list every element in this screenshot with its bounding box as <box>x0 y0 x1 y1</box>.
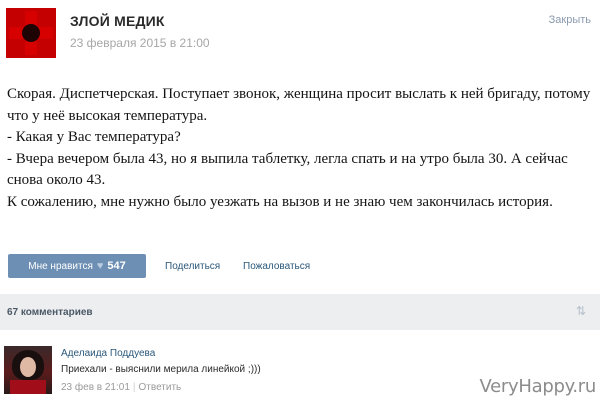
post-text-line: - Вчера вечером была 43, но я выпила таб… <box>7 150 568 189</box>
heart-icon: ♥ <box>96 260 104 272</box>
comment-author[interactable]: Аделаида Поддуева <box>61 348 155 359</box>
like-button[interactable]: Мне нравится ♥ 547 <box>8 254 146 278</box>
comment-meta: 23 фев в 21:01 | Ответить <box>61 382 181 393</box>
like-label: Мне нравится <box>28 260 93 272</box>
comment-text: Приехали - выяснили мерила линейкой ;))) <box>61 364 261 375</box>
post-text-line: - Какая у Вас температура? <box>7 129 181 145</box>
meta-separator: | <box>132 382 136 393</box>
report-link[interactable]: Пожаловаться <box>243 261 310 272</box>
watermark: VeryHappy.ru <box>479 376 597 397</box>
reply-link[interactable]: Ответить <box>139 382 182 393</box>
comments-count[interactable]: 67 комментариев <box>7 307 93 318</box>
post-author[interactable]: ЗЛОЙ МЕДИК <box>70 13 165 29</box>
comments-bar: 67 комментариев ⇅ <box>0 294 600 330</box>
red-cross-icon[interactable] <box>6 8 56 58</box>
avatar[interactable] <box>4 346 52 394</box>
post-text-line: К сожалению, мне нужно было уезжать на в… <box>7 193 553 210</box>
post-text-line: Скорая. Диспетчерская. Поступает звонок,… <box>7 86 591 124</box>
post-date[interactable]: 23 февраля 2015 в 21:00 <box>70 36 210 50</box>
post-text: Скорая. Диспетчерская. Поступает звонок,… <box>7 84 593 213</box>
close-button[interactable]: Закрыть <box>549 14 591 26</box>
like-count: 547 <box>107 260 126 272</box>
post-header: ЗЛОЙ МЕДИК 23 февраля 2015 в 21:00 Закры… <box>0 0 600 64</box>
share-link[interactable]: Поделиться <box>165 261 220 272</box>
comment-time[interactable]: 23 фев в 21:01 <box>61 382 130 393</box>
sort-arrows-icon[interactable]: ⇅ <box>576 304 586 318</box>
